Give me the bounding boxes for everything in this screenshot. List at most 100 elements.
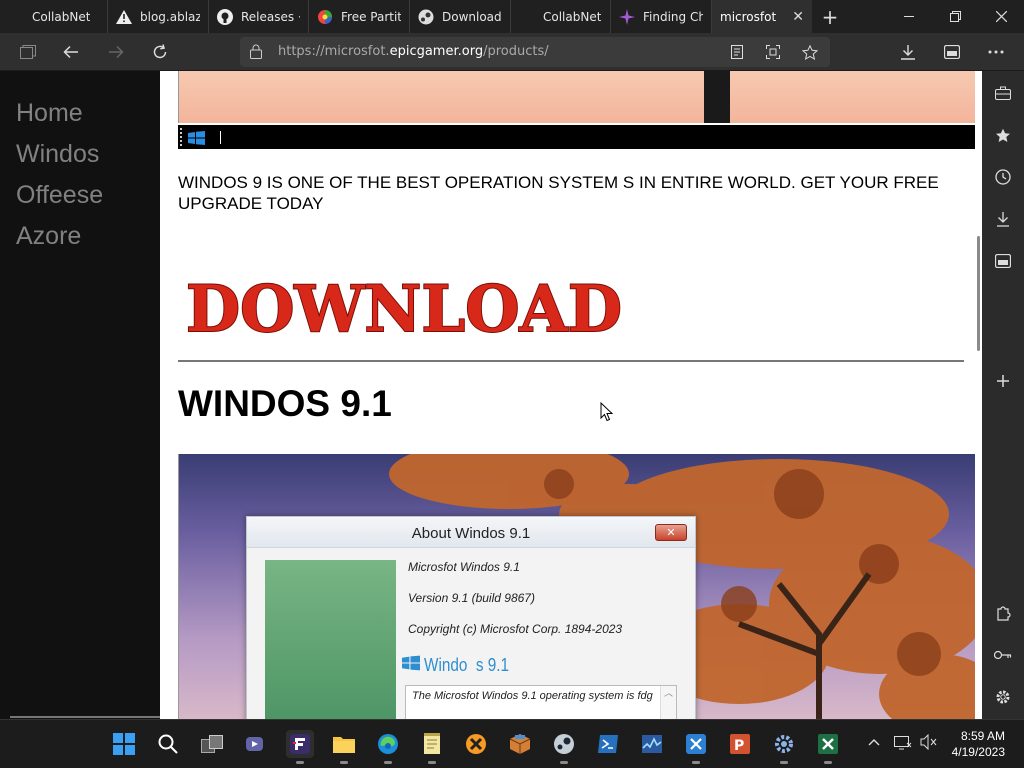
edge-browser-icon[interactable]: [374, 730, 402, 764]
tab-strip: CollabNet blog.ablaze. Releases · p Free…: [0, 0, 1024, 33]
grip-handle: [180, 128, 186, 146]
powerpoint-icon[interactable]: P: [726, 730, 754, 758]
brand-word-part2: s 9.1: [475, 654, 510, 675]
system-clock[interactable]: 8:59 AM 4/19/2023: [952, 728, 1005, 760]
tab-actions-icon[interactable]: [14, 38, 42, 66]
description-scrollbar[interactable]: ︿: [660, 686, 676, 719]
url-path: /products/: [483, 44, 549, 59]
clock-date: 4/19/2023: [951, 745, 1005, 759]
back-icon[interactable]: [57, 38, 85, 66]
tray-overflow-chevron-icon[interactable]: [868, 734, 880, 750]
tab-download[interactable]: Download F: [410, 0, 511, 33]
taskbar-search-icon[interactable]: [154, 730, 182, 758]
running-indicator: [428, 761, 436, 764]
tab-label: Releases · p: [241, 9, 300, 24]
new-tab-button[interactable]: +: [812, 0, 848, 33]
collections-icon[interactable]: [938, 38, 966, 66]
nav-azore-link[interactable]: Azore: [0, 222, 160, 263]
key-icon[interactable]: [991, 643, 1015, 667]
running-indicator: [560, 761, 568, 764]
forward-icon[interactable]: [102, 38, 130, 66]
dialog-copyright: Copyright (c) Microsfot Corp. 1894-2023: [408, 622, 623, 636]
dialog-title: About Windos 9.1: [411, 525, 531, 542]
volume-muted-icon[interactable]: [920, 733, 938, 754]
tab-collabnet-1[interactable]: CollabNet: [0, 0, 108, 33]
scrollbar-thumb[interactable]: [977, 236, 980, 351]
tab-free-partition[interactable]: Free Partitio: [309, 0, 410, 33]
brand-word: Windo s 9.1: [424, 655, 509, 676]
favorite-star-icon[interactable]: [799, 42, 821, 62]
github-icon: [217, 8, 233, 25]
refresh-icon[interactable]: [146, 38, 174, 66]
page-scrollbar[interactable]: [975, 71, 982, 719]
performance-monitor-icon[interactable]: [638, 730, 666, 758]
dialog-product-name: Microsfot Windos 9.1: [408, 560, 520, 574]
dialog-description-box[interactable]: The Microsfot Windos 9.1 operating syste…: [405, 685, 677, 719]
downloads-icon[interactable]: [894, 38, 922, 66]
minimize-icon[interactable]: [886, 0, 932, 33]
tab-finding-cha[interactable]: Finding Cha: [611, 0, 712, 33]
lock-icon[interactable]: [250, 44, 264, 60]
tab-releases[interactable]: Releases · p: [209, 0, 309, 33]
favorites-icon[interactable]: [991, 123, 1015, 147]
tab-collabnet-2[interactable]: CollabNet: [511, 0, 611, 33]
running-indicator: [384, 761, 392, 764]
mouse-cursor-icon: [600, 401, 614, 426]
close-tab-icon[interactable]: ✕: [782, 9, 804, 25]
download-label: DOWNLOAD: [186, 272, 622, 347]
file-explorer-icon[interactable]: [330, 730, 358, 764]
excel-icon[interactable]: [814, 730, 842, 764]
section-heading: WINDOS 9.1: [178, 383, 392, 424]
sidenav-divider: [10, 716, 160, 718]
screenshot-icon[interactable]: [762, 42, 784, 62]
tab-label: Free Partitio: [341, 9, 401, 24]
visual-studio-installer-icon[interactable]: [682, 730, 710, 764]
nav-offeese-link[interactable]: Offeese: [0, 181, 160, 222]
xbox-app-icon[interactable]: [462, 730, 490, 758]
tab-blog-ablaze[interactable]: blog.ablaze.: [108, 0, 209, 33]
tab-label: blog.ablaze.: [140, 9, 200, 24]
tab-label: CollabNet: [32, 9, 91, 24]
network-icon[interactable]: [894, 734, 912, 754]
windos-brand: Windo s 9.1: [402, 653, 524, 677]
settings-gear-icon[interactable]: [991, 685, 1015, 709]
nav-home-link[interactable]: Home: [0, 99, 160, 140]
teams-chat-icon[interactable]: [242, 730, 270, 758]
about-dialog: About Windos 9.1 ✕ Microsfot Windos 9.1 …: [246, 516, 696, 719]
browser-sidebar: [982, 71, 1024, 719]
restore-icon[interactable]: [932, 0, 978, 33]
notepad-icon[interactable]: [418, 730, 446, 764]
powershell-icon[interactable]: [594, 730, 622, 758]
download-banner[interactable]: DOWNLOAD: [185, 267, 626, 348]
blank-page-icon: [519, 9, 535, 25]
add-sidebar-item-icon[interactable]: [991, 369, 1015, 393]
hero-pole: [704, 71, 730, 123]
dialog-body: Microsfot Windos 9.1 Version 9.1 (build …: [247, 548, 695, 719]
app-f-icon[interactable]: [286, 730, 314, 764]
briefcase-icon[interactable]: [991, 81, 1015, 105]
sidebar-collections-icon[interactable]: [991, 249, 1015, 273]
colorwheel-icon: [317, 9, 333, 25]
start-button[interactable]: [110, 730, 138, 758]
dialog-titlebar[interactable]: About Windos 9.1 ✕: [247, 517, 695, 548]
window-controls: [886, 0, 1024, 33]
package-app-icon[interactable]: [506, 730, 534, 758]
running-indicator: [340, 761, 348, 764]
extensions-icon[interactable]: [991, 601, 1015, 625]
history-icon[interactable]: [991, 165, 1015, 189]
more-options-icon[interactable]: [982, 38, 1010, 66]
sidebar-downloads-icon[interactable]: [991, 207, 1015, 231]
address-bar[interactable]: https://microsfot.epicgamer.org/products…: [240, 37, 830, 67]
url-text: https://microsfot.epicgamer.org/products…: [278, 44, 549, 59]
os-taskbar: P 8:59 AM 4/19/2023: [0, 719, 1024, 768]
main-content: WINDOS 9 IS ONE OF THE BEST OPERATION SY…: [178, 71, 982, 719]
task-view-icon[interactable]: [198, 730, 226, 758]
close-window-icon[interactable]: [978, 0, 1024, 33]
reader-view-icon[interactable]: [726, 42, 748, 62]
tab-microsfot[interactable]: microsfot ✕: [712, 0, 812, 33]
dialog-close-icon[interactable]: ✕: [655, 524, 687, 541]
settings-app-icon[interactable]: [770, 730, 798, 764]
windows-logo-icon[interactable]: [188, 130, 205, 149]
steam-app-icon[interactable]: [550, 730, 578, 764]
nav-windos-link[interactable]: Windos: [0, 140, 160, 181]
